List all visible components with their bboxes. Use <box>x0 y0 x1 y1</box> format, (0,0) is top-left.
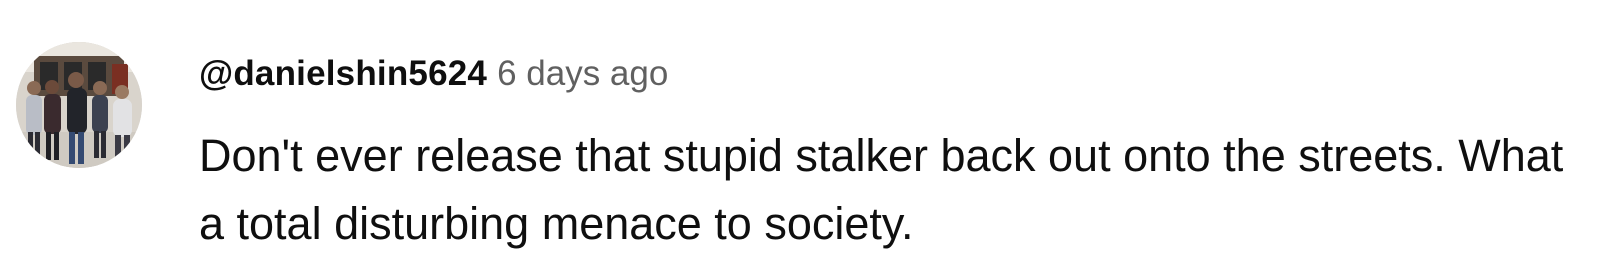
user-avatar-icon[interactable] <box>16 42 142 168</box>
comment-thread-item: @danielshin5624 6 days ago Don't ever rel… <box>0 0 1600 279</box>
comment-timestamp-link[interactable]: 6 days ago <box>497 54 668 93</box>
author-name-link[interactable]: @danielshin5624 <box>199 54 487 93</box>
comment-header: @danielshin5624 6 days ago <box>199 50 668 98</box>
comment-text: Don't ever release that stupid stalker b… <box>199 130 1564 249</box>
